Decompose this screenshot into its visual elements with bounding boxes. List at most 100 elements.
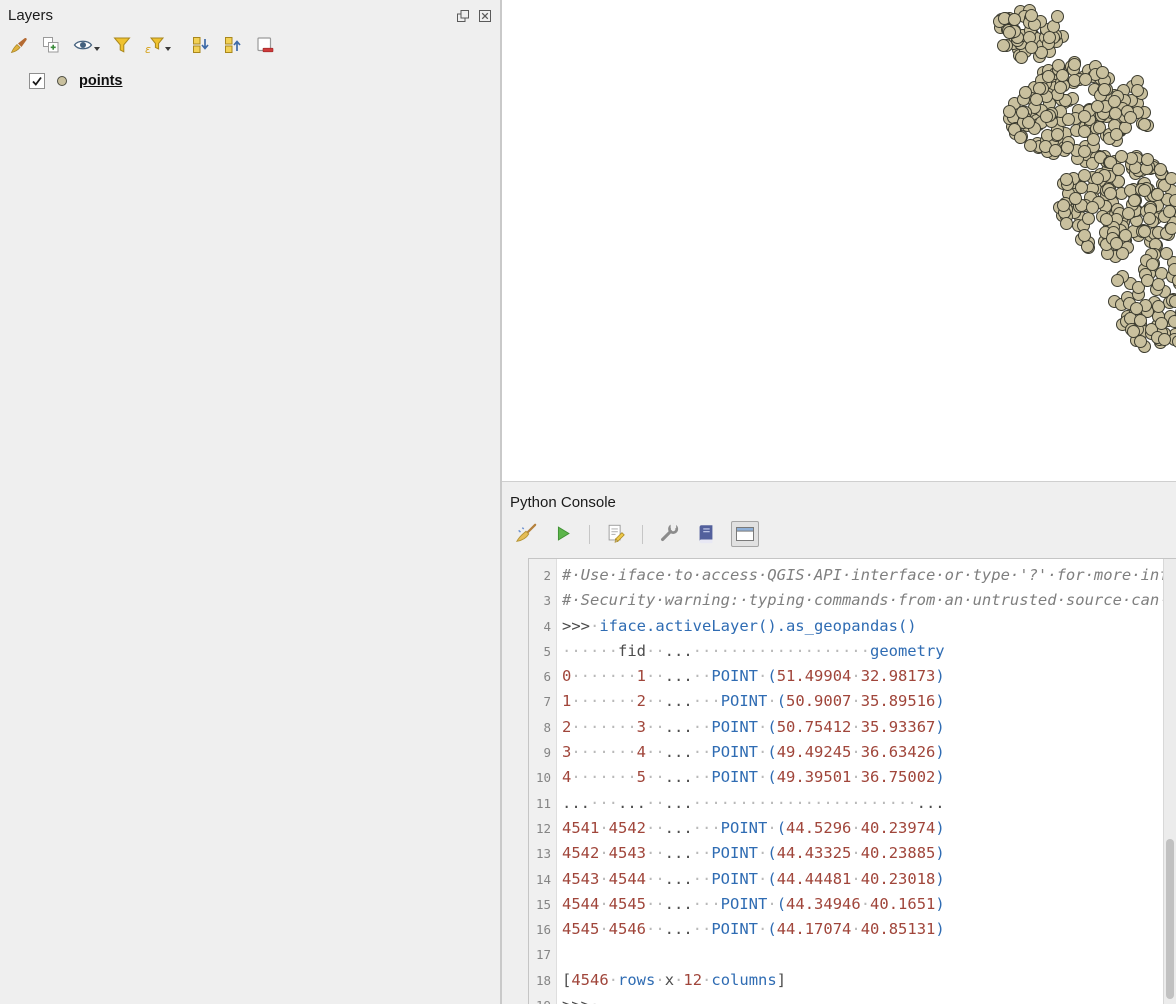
console-line-text: 4543·4544··...··POINT·(44.44481·40.23018… [557, 867, 945, 892]
map-point [1155, 317, 1168, 330]
console-output: 2#·Use·iface·to·access·QGIS·API·interfac… [529, 563, 1176, 1004]
console-line-text [557, 942, 562, 967]
console-line: 154544·4545··...···POINT·(44.34946·40.16… [529, 892, 1176, 917]
map-point [1003, 26, 1016, 39]
dropdown-arrow-icon[interactable] [94, 47, 100, 51]
close-panel-button[interactable] [477, 8, 492, 23]
checkmark-icon [31, 75, 43, 87]
console-line-text: 4544·4545··...···POINT·(44.34946·40.1651… [557, 892, 945, 917]
expand-all-button[interactable] [190, 34, 211, 55]
console-line: 71·······2··...···POINT·(50.9007·35.8951… [529, 689, 1176, 714]
console-line: 93·······4··...··POINT·(49.49245·36.6342… [529, 740, 1176, 765]
console-line-text: 4545·4546··...··POINT·(44.17074·40.85131… [557, 917, 945, 942]
line-number: 19 [529, 993, 557, 1004]
filter-legend-button[interactable] [111, 34, 132, 55]
line-number: 8 [529, 715, 557, 740]
console-line-text: 3·······4··...··POINT·(49.49245·36.63426… [557, 740, 945, 765]
python-console-panel: Python Console [502, 482, 1176, 1004]
help-button[interactable] [694, 522, 718, 546]
console-line-text: 4541·4542··...···POINT·(44.5296·40.23974… [557, 816, 945, 841]
add-group-button[interactable] [40, 34, 61, 55]
svg-text:ε: ε [145, 43, 151, 55]
filter-expression-group: ε [143, 34, 171, 55]
filter-legend-by-expression-button[interactable]: ε [143, 34, 164, 55]
layers-panel: Layers [0, 0, 502, 1004]
map-point [1057, 199, 1070, 212]
console-line: 19>>>· [529, 993, 1176, 1004]
line-number: 7 [529, 689, 557, 714]
manage-map-themes-group [72, 34, 100, 55]
map-point [1104, 187, 1117, 200]
funnel-icon [112, 35, 132, 55]
line-number: 17 [529, 942, 557, 967]
add-group-icon [41, 35, 61, 55]
qgis-window: Layers [0, 0, 1176, 1004]
dock-console-button[interactable] [731, 521, 759, 547]
map-point [1115, 150, 1128, 163]
collapse-all-button[interactable] [222, 34, 243, 55]
map-point [1158, 333, 1171, 346]
map-point [1151, 188, 1164, 201]
map-point [1040, 110, 1053, 123]
console-line-text: 2·······3··...··POINT·(50.75412·35.93367… [557, 715, 945, 740]
remove-layer-icon [255, 35, 275, 55]
map-point [1146, 258, 1159, 271]
console-line: 3#·Security·warning:·typing·commands·fro… [529, 588, 1176, 613]
console-line-text: 4542·4543··...··POINT·(44.43325·40.23885… [557, 841, 945, 866]
console-line: 134542·4543··...··POINT·(44.43325·40.238… [529, 841, 1176, 866]
clear-console-button[interactable] [514, 522, 538, 546]
toolbar-separator [642, 525, 643, 544]
layer-name[interactable]: points [79, 73, 123, 89]
console-line: 60·······1··...··POINT·(51.49904·32.9817… [529, 664, 1176, 689]
python-console-toolbar [502, 511, 1176, 548]
map-point [1014, 131, 1027, 144]
map-point [1143, 212, 1156, 225]
console-line: 124541·4542··...···POINT·(44.5296·40.239… [529, 816, 1176, 841]
scrollbar-thumb[interactable] [1166, 839, 1174, 999]
script-editor-icon [605, 523, 627, 545]
collapse-tree-icon [223, 35, 243, 55]
map-point [1016, 106, 1029, 119]
console-editor[interactable]: 2#·Use·iface·to·access·QGIS·API·interfac… [528, 558, 1176, 1004]
open-layer-styling-button[interactable] [8, 34, 29, 55]
map-point [1078, 145, 1091, 158]
map-point [997, 39, 1010, 52]
console-line: 11...···...··...························… [529, 791, 1176, 816]
play-icon [552, 523, 574, 545]
manage-map-themes-button[interactable] [72, 34, 93, 55]
map-canvas[interactable] [502, 0, 1176, 482]
console-line: 5······fid··...···················geomet… [529, 639, 1176, 664]
map-point [1060, 217, 1073, 230]
dropdown-arrow-icon[interactable] [165, 47, 171, 51]
console-line-text: ...···...··...························..… [557, 791, 945, 816]
panel-window-buttons [455, 8, 492, 23]
expression-funnel-icon: ε [144, 35, 164, 55]
line-number: 12 [529, 816, 557, 841]
map-point [1025, 41, 1038, 54]
float-panel-button[interactable] [455, 8, 470, 23]
vertical-scrollbar[interactable] [1163, 559, 1176, 1004]
map-point [1131, 84, 1144, 97]
paintbrush-icon [9, 35, 29, 55]
options-button[interactable] [657, 522, 681, 546]
line-number: 2 [529, 563, 557, 588]
map-point [1138, 118, 1151, 131]
run-command-button[interactable] [551, 522, 575, 546]
map-point [1165, 172, 1176, 185]
remove-layer-button[interactable] [254, 34, 275, 55]
layer-row[interactable]: points [29, 73, 500, 89]
show-editor-button[interactable] [604, 522, 628, 546]
console-line-text: >>>· [557, 993, 599, 1004]
console-line-text: 0·······1··...··POINT·(51.49904·32.98173… [557, 664, 945, 689]
layers-panel-header: Layers [0, 0, 500, 27]
console-line-text: >>>·iface.activeLayer().as_geopandas() [557, 614, 917, 639]
map-point [1172, 335, 1176, 348]
layer-checkbox[interactable] [29, 73, 45, 89]
map-point [1165, 222, 1176, 235]
line-number: 10 [529, 765, 557, 790]
book-icon [695, 523, 717, 545]
expand-tree-icon [191, 35, 211, 55]
layers-panel-title: Layers [8, 7, 53, 24]
console-line: 17 [529, 942, 1176, 967]
close-icon [478, 9, 492, 23]
